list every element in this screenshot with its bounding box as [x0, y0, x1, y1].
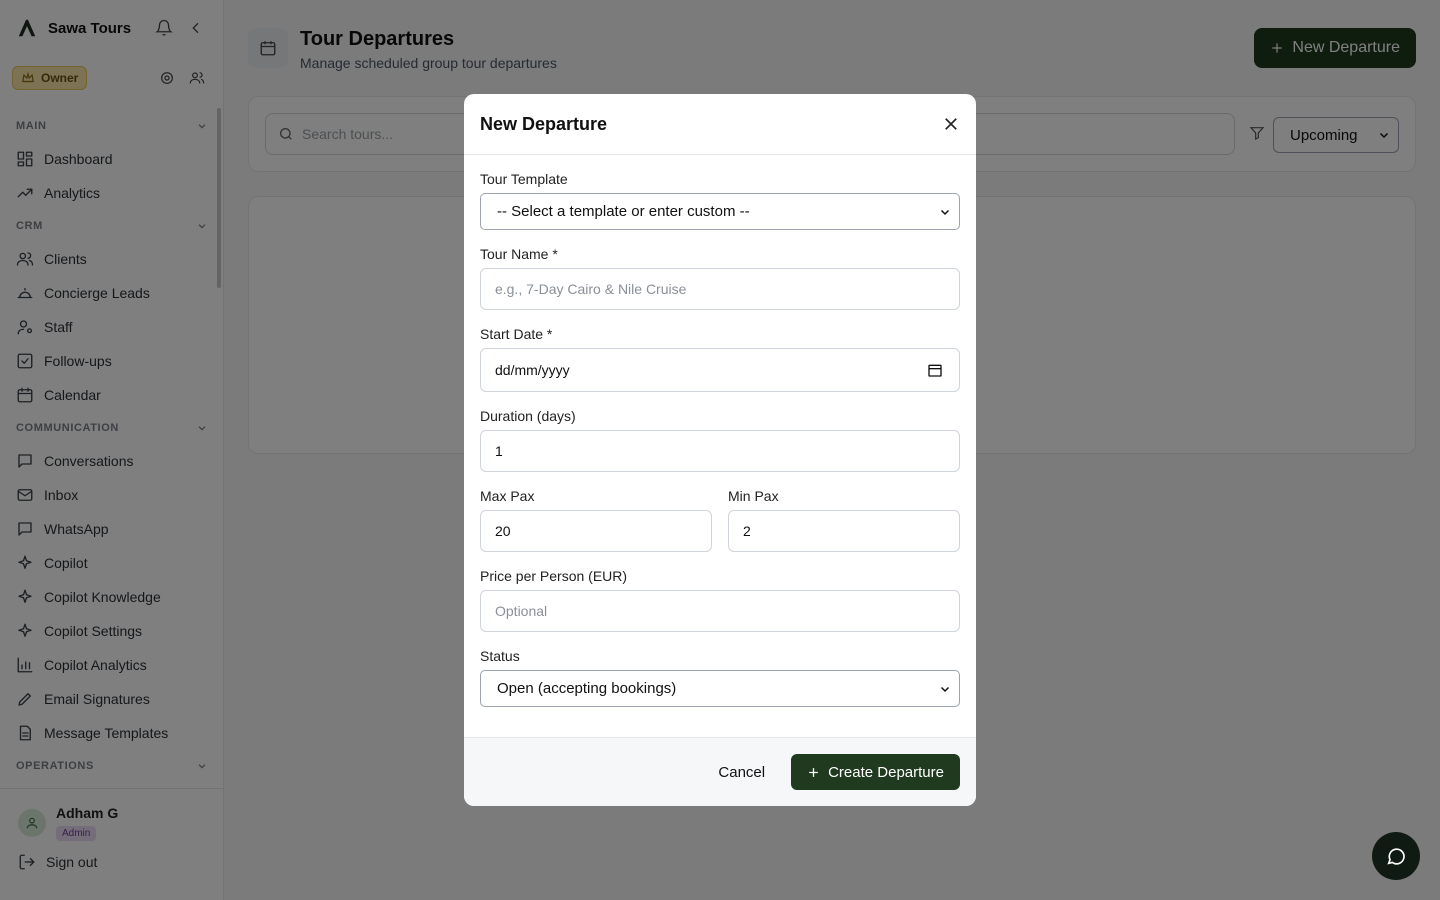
tour-template-select[interactable]: -- Select a template or enter custom -- — [480, 193, 960, 230]
status-field: Status Open (accepting bookings) — [480, 648, 960, 707]
tour-name-field: Tour Name * e.g., 7-Day Cairo & Nile Cru… — [480, 246, 960, 310]
price-field: Price per Person (EUR) Optional — [480, 568, 960, 632]
max-pax-input[interactable]: 20 — [480, 510, 712, 552]
modal-header: New Departure — [464, 94, 976, 155]
tour-name-input[interactable]: e.g., 7-Day Cairo & Nile Cruise — [480, 268, 960, 310]
max-pax-value: 20 — [495, 523, 511, 539]
price-label: Price per Person (EUR) — [480, 568, 628, 584]
price-placeholder: Optional — [495, 603, 548, 619]
status-label: Status — [480, 648, 520, 664]
cancel-button[interactable]: Cancel — [718, 764, 765, 781]
max-pax-label: Max Pax — [480, 488, 535, 504]
price-input[interactable]: Optional — [480, 590, 960, 632]
status-select[interactable]: Open (accepting bookings) — [480, 670, 960, 707]
duration-field: Duration (days) 1 — [480, 408, 960, 472]
chevron-down-icon — [940, 209, 950, 215]
new-departure-modal: New Departure Tour Template -- Select a … — [464, 94, 976, 806]
chat-button[interactable] — [1372, 832, 1420, 880]
start-date-label: Start Date * — [480, 326, 553, 342]
close-icon[interactable] — [942, 115, 960, 133]
tour-template-value: -- Select a template or enter custom -- — [497, 203, 750, 220]
min-pax-field: Min Pax 2 — [728, 488, 960, 552]
chevron-down-icon — [940, 686, 950, 692]
start-date-field: Start Date * dd/mm/yyyy — [480, 326, 960, 392]
create-departure-button[interactable]: Create Departure — [791, 754, 960, 790]
min-pax-value: 2 — [743, 523, 751, 539]
min-pax-input[interactable]: 2 — [728, 510, 960, 552]
duration-input[interactable]: 1 — [480, 430, 960, 472]
tour-template-label: Tour Template — [480, 171, 568, 187]
modal-footer: Cancel Create Departure — [464, 737, 976, 806]
chat-bubble-icon — [1387, 848, 1405, 865]
start-date-input[interactable]: dd/mm/yyyy — [480, 348, 960, 392]
create-departure-label: Create Departure — [828, 763, 944, 781]
tour-name-placeholder: e.g., 7-Day Cairo & Nile Cruise — [495, 281, 687, 297]
modal-title: New Departure — [480, 113, 608, 134]
start-date-placeholder: dd/mm/yyyy — [495, 362, 570, 378]
status-value: Open (accepting bookings) — [497, 680, 677, 697]
max-pax-field: Max Pax 20 — [480, 488, 712, 552]
tour-name-label: Tour Name * — [480, 246, 558, 262]
modal-body: Tour Template -- Select a template or en… — [464, 155, 976, 707]
calendar-picker-icon[interactable] — [927, 362, 943, 378]
plus-icon — [809, 767, 818, 777]
min-pax-label: Min Pax — [728, 488, 779, 504]
duration-label: Duration (days) — [480, 408, 576, 424]
tour-template-field: Tour Template -- Select a template or en… — [480, 171, 960, 230]
duration-value: 1 — [495, 443, 503, 459]
